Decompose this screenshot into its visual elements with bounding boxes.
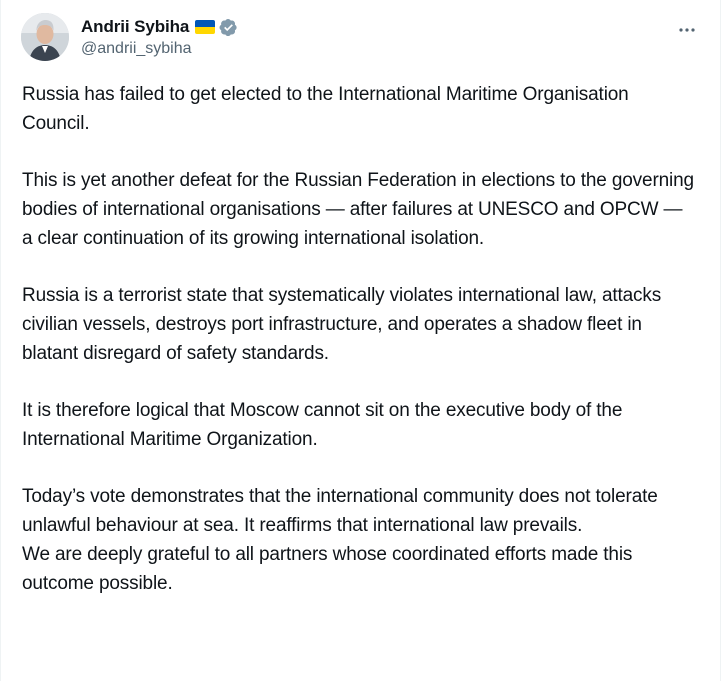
author-handle[interactable]: @andrii_sybiha xyxy=(81,40,238,58)
tweet-paragraph: Russia is a terrorist state that systema… xyxy=(22,285,662,364)
avatar-image xyxy=(21,13,69,61)
tweet-card: Andrii Sybiha @andrii_sybiha Russia has … xyxy=(0,0,721,681)
tweet-paragraph: It is therefore logical that Moscow cann… xyxy=(22,400,623,450)
author-avatar[interactable] xyxy=(21,13,69,61)
more-options-button[interactable] xyxy=(674,17,700,43)
author-display-name[interactable]: Andrii Sybiha xyxy=(81,17,189,37)
more-horizontal-icon xyxy=(679,28,695,32)
tweet-header: Andrii Sybiha @andrii_sybiha xyxy=(21,13,704,65)
verified-badge-icon[interactable] xyxy=(219,18,238,37)
tweet-paragraph: Today’s vote demonstrates that the inter… xyxy=(22,486,658,536)
ukraine-flag-icon xyxy=(195,20,216,34)
tweet-paragraph: This is yet another defeat for the Russi… xyxy=(22,170,694,249)
tweet-text: Russia has failed to get elected to the … xyxy=(22,80,697,598)
tweet-paragraph: Russia has failed to get elected to the … xyxy=(22,84,629,134)
tweet-paragraph: We are deeply grateful to all partners w… xyxy=(22,544,633,594)
